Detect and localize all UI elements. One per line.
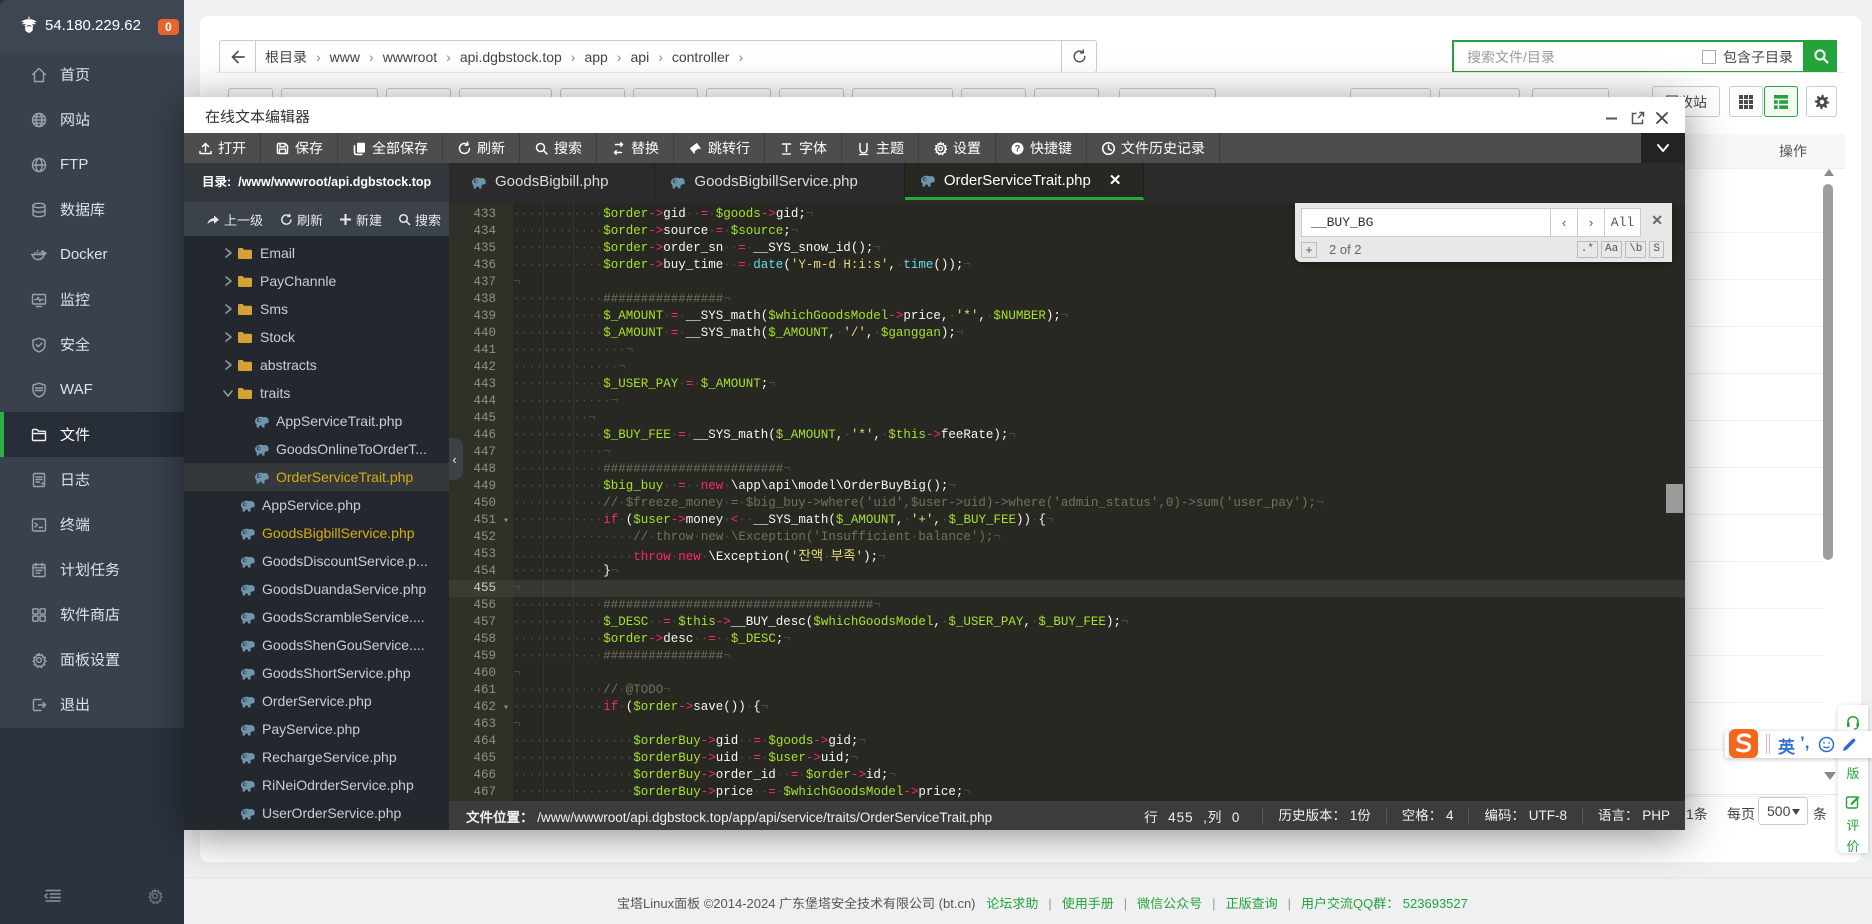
svg-text:?: ? (1015, 143, 1021, 153)
